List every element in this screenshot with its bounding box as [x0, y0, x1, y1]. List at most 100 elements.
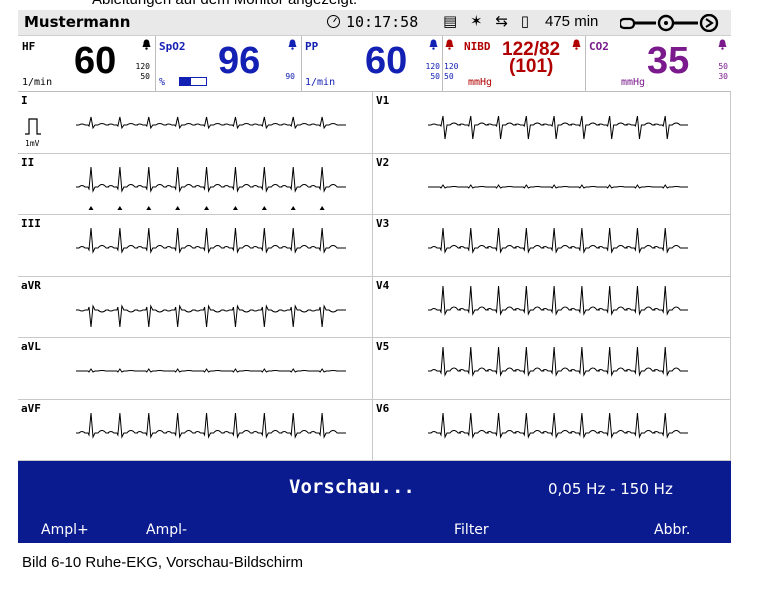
co2-lower-limit: 30 — [718, 72, 728, 81]
alarm-bell-icon — [429, 39, 438, 50]
clock-time: 10:17:58 — [346, 13, 419, 31]
pp-label: PP — [305, 40, 319, 53]
spo2-value: 96 — [218, 40, 261, 82]
ecg-trace-v5 — [428, 346, 688, 377]
alarm-bell-icon — [142, 39, 151, 50]
lead-cell-iii: III — [18, 215, 373, 277]
beat-marker — [319, 205, 325, 210]
nibd-alarm-limits: 120 50 — [444, 62, 462, 82]
parameter-row: HF 60 120 50 1/min SpO2 96 90 % PP 60 120… — [18, 36, 731, 92]
ecg-waveform-v1 — [428, 115, 688, 140]
lead-cell-avr: aVR — [18, 276, 373, 338]
param-hf[interactable]: HF 60 120 50 1/min — [18, 36, 156, 91]
param-pp[interactable]: PP 60 120 50 1/min — [301, 36, 443, 91]
filter-softkey[interactable]: Filter — [454, 522, 489, 538]
lead-cell-ii: II — [18, 153, 373, 215]
alarm-bell-icon — [718, 39, 727, 50]
ampl-minus-softkey[interactable]: Ampl- — [146, 522, 187, 538]
ecg-waveform-avf — [76, 412, 346, 439]
param-spo2[interactable]: SpO2 96 90 % — [155, 36, 302, 91]
filter-range: 0,05 Hz - 150 Hz — [548, 480, 673, 498]
ecg-trace-iii — [76, 227, 346, 254]
beat-marker — [232, 205, 238, 210]
ecg-trace-v4 — [428, 285, 688, 316]
patient-name[interactable]: Mustermann — [24, 13, 130, 31]
ecg-waveform-v2 — [428, 183, 688, 189]
ecg-trace-v1 — [428, 115, 688, 140]
lead-cell-v3: V3 — [373, 215, 731, 277]
status-icons: ▤ ✶ ⇆ ▯ — [443, 12, 537, 30]
beat-marker — [117, 205, 123, 210]
clock: 10:17:58 — [327, 13, 418, 31]
ecg-lead-grid: I 1mV II III aVR aVL aVF V1 V2 V3 V4 V5 V6 — [18, 92, 731, 461]
hf-label: HF — [22, 40, 36, 53]
beat-marker — [261, 205, 267, 210]
ecg-trace-v6 — [428, 412, 688, 439]
ecg-waveform-v6 — [428, 412, 688, 439]
co2-upper-limit: 50 — [718, 62, 728, 71]
ecg-waveform-v3 — [428, 227, 688, 254]
ecg-waveform-iii — [76, 227, 346, 254]
beat-marker — [204, 205, 210, 210]
ecg-waveform-v4 — [428, 285, 688, 316]
ecg-waveform-avl — [76, 368, 346, 373]
screen-title-bar: Vorschau... 0,05 Hz - 150 Hz — [18, 461, 731, 516]
pp-lower-limit: 50 — [430, 72, 440, 81]
ecg-waveform-v5 — [428, 346, 688, 377]
ecg-trace-ii — [76, 166, 346, 193]
ampl-plus-softkey[interactable]: Ampl+ — [41, 522, 89, 538]
co2-value: 35 — [647, 40, 690, 82]
network-icon: ▤ — [443, 12, 458, 30]
hf-lower-limit: 50 — [140, 72, 150, 81]
lead-cell-v2: V2 — [373, 153, 731, 215]
nibd-label: NIBD — [464, 40, 491, 53]
ecg-waveform-avr — [76, 303, 346, 327]
param-co2[interactable]: CO2 35 50 30 mmHg — [585, 36, 731, 91]
lead-cell-avl: aVL — [18, 338, 373, 400]
hf-upper-limit: 120 — [135, 62, 150, 71]
nibd-mean: (101) — [509, 56, 554, 77]
clipped-top-caption: Ableitungen auf dem Monitor angezeigt. — [92, 0, 357, 8]
spo2-lower-limit: 90 — [285, 72, 295, 81]
ecg-trace-i — [76, 116, 346, 130]
co2-label: CO2 — [589, 40, 609, 53]
clock-icon — [327, 15, 340, 28]
co2-alarm-limits: 50 30 — [707, 62, 728, 82]
ecg-trace-avl — [76, 368, 346, 373]
beat-marker — [175, 205, 181, 210]
lead-cell-v5: V5 — [373, 338, 731, 400]
beat-marker — [88, 205, 94, 210]
ecg-waveform-ii — [76, 166, 346, 210]
spo2-unit: % — [159, 77, 166, 88]
battery-time: 475 min — [545, 13, 599, 30]
ecg-trace-v2 — [428, 183, 688, 189]
ecg-trace-v3 — [428, 227, 688, 254]
ecg-waveform-i: 1mV — [25, 116, 346, 148]
wireless-icon: ✶ — [469, 12, 483, 30]
ecg-monitor-screen: Mustermann 10:17:58 ▤ ✶ ⇆ ▯ 475 min HF 6… — [18, 10, 731, 543]
calibration-pulse — [25, 118, 41, 135]
alarm-bell-icon — [445, 39, 454, 50]
alarm-bell-icon — [572, 39, 581, 50]
pp-unit: 1/min — [305, 77, 336, 88]
param-nibd[interactable]: NIBD 122/82 (101) 120 50 mmHg — [442, 36, 586, 91]
alarm-bell-icon — [288, 39, 297, 50]
status-bar: Mustermann 10:17:58 ▤ ✶ ⇆ ▯ 475 min — [18, 10, 731, 36]
transfer-icon: ⇆ — [495, 12, 508, 30]
hf-alarm-limits: 120 50 — [126, 62, 150, 82]
ecg-trace-avr — [76, 303, 346, 327]
nibd-lower-limit: 50 — [444, 72, 454, 81]
calibration-label: 1mV — [25, 139, 40, 148]
lead-cell-avf: aVF — [18, 399, 373, 461]
co2-unit: mmHg — [621, 77, 646, 88]
ecg-trace-avf — [76, 412, 346, 439]
lead-cell-v1: V1 — [373, 92, 731, 154]
pp-upper-limit: 120 — [425, 62, 440, 71]
abort-softkey[interactable]: Abbr. — [654, 522, 690, 538]
nibd-upper-limit: 120 — [444, 62, 459, 71]
patient-cable-icon — [620, 14, 719, 32]
battery-icon: ▯ — [520, 12, 529, 30]
pp-alarm-limits: 120 50 — [419, 62, 440, 82]
spo2-label: SpO2 — [159, 40, 186, 53]
screen-title: Vorschau... — [289, 476, 415, 498]
